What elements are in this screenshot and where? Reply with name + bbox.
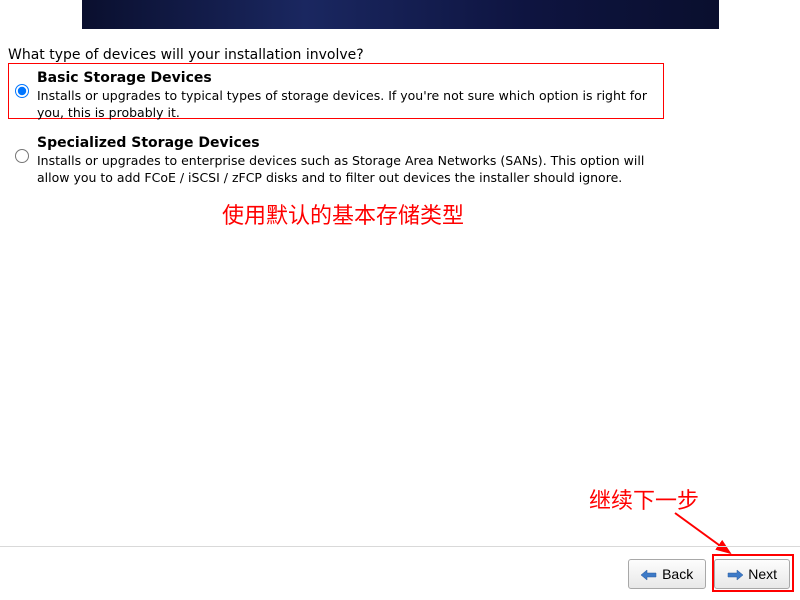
annotation-text-1: 使用默认的基本存储类型 <box>222 198 464 230</box>
storage-option-specialized[interactable]: Specialized Storage Devices Installs or … <box>15 135 655 187</box>
back-button[interactable]: Back <box>628 559 706 589</box>
prompt-text: What type of devices will your installat… <box>8 47 364 63</box>
next-button-label: Next <box>748 566 777 582</box>
arrow-right-icon <box>727 568 743 580</box>
radio-content: Specialized Storage Devices Installs or … <box>37 135 655 187</box>
banner <box>82 0 719 29</box>
storage-option-basic[interactable]: Basic Storage Devices Installs or upgrad… <box>15 70 655 122</box>
option-desc: Installs or upgrades to typical types of… <box>37 88 655 122</box>
next-button[interactable]: Next <box>714 559 790 589</box>
annotation-text-2: 继续下一步 <box>589 483 699 515</box>
footer-nav: Back Next <box>0 546 800 600</box>
option-title: Basic Storage Devices <box>37 70 655 86</box>
option-desc: Installs or upgrades to enterprise devic… <box>37 153 655 187</box>
radio-content: Basic Storage Devices Installs or upgrad… <box>37 70 655 122</box>
option-title: Specialized Storage Devices <box>37 135 655 151</box>
radio-specialized[interactable] <box>15 149 29 163</box>
radio-basic[interactable] <box>15 84 29 98</box>
arrow-left-icon <box>641 568 657 580</box>
back-button-label: Back <box>662 566 693 582</box>
